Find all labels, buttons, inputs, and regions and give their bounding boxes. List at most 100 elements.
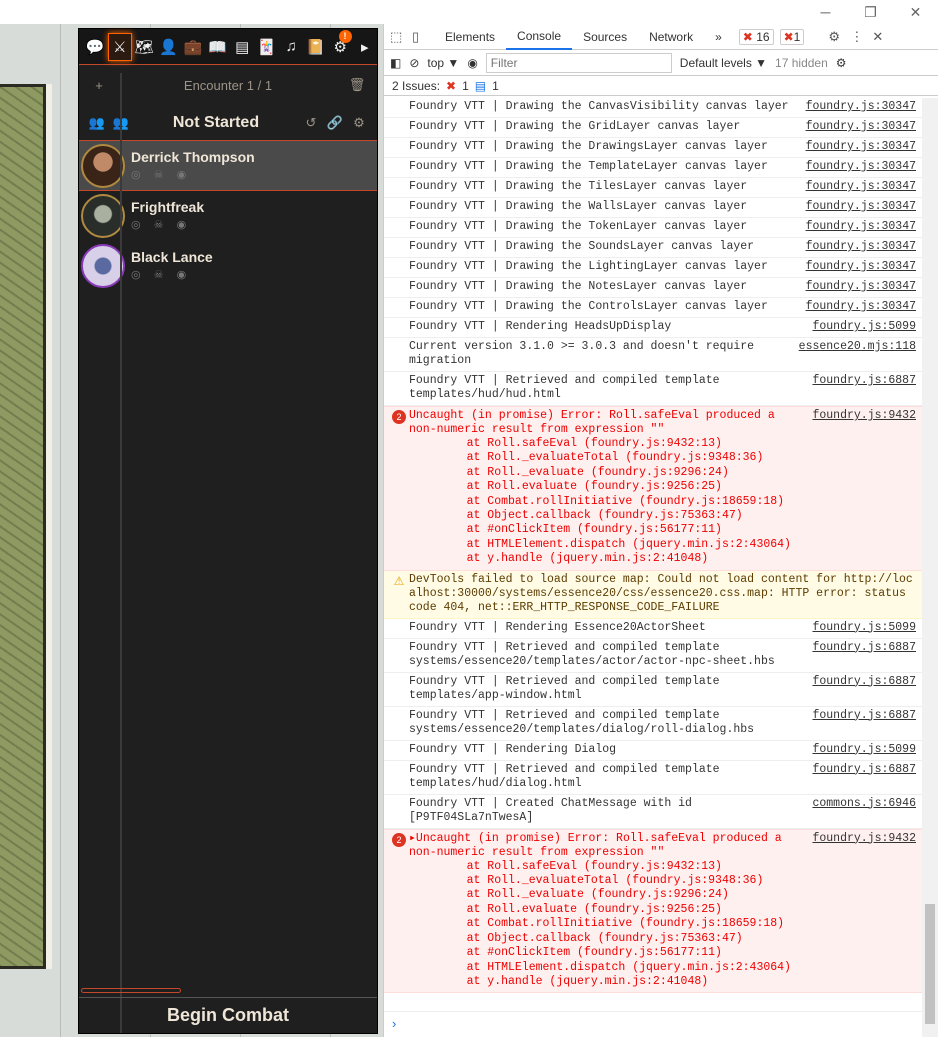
device-toggle-icon[interactable]: ▯ bbox=[412, 29, 434, 45]
source-link[interactable]: foundry.js:30347 bbox=[806, 140, 916, 154]
source-link[interactable]: foundry.js:30347 bbox=[806, 100, 916, 114]
source-link[interactable]: foundry.js:30347 bbox=[806, 220, 916, 234]
link-icon[interactable]: 🔗 bbox=[323, 115, 347, 131]
source-link[interactable]: foundry.js:6887 bbox=[812, 763, 916, 791]
levels-select[interactable]: Default levels ▼ bbox=[680, 56, 767, 70]
source-link[interactable]: essence20.mjs:118 bbox=[799, 340, 916, 368]
collapse-sidebar-icon[interactable]: ▸ bbox=[353, 33, 378, 61]
scrollbar[interactable] bbox=[922, 98, 938, 1037]
scrollbar-thumb[interactable] bbox=[925, 904, 935, 1024]
add-encounter-icon[interactable]: + bbox=[87, 78, 111, 93]
error-entry[interactable]: 2 ▸Uncaught (in promise) Error: Roll.saf… bbox=[384, 828, 922, 994]
items-tab-icon[interactable]: 💼 bbox=[181, 33, 206, 61]
reset-icon[interactable]: ↺ bbox=[299, 115, 323, 131]
source-link[interactable]: foundry.js:6887 bbox=[812, 374, 916, 402]
filter-input[interactable] bbox=[485, 52, 672, 73]
context-select[interactable]: top ▼ bbox=[427, 56, 459, 70]
source-link[interactable]: foundry.js:6887 bbox=[812, 709, 916, 737]
source-link[interactable]: foundry.js:30347 bbox=[806, 180, 916, 194]
begin-combat-button[interactable]: Begin Combat bbox=[79, 997, 377, 1033]
error-entry[interactable]: 2 Uncaught (in promise) Error: Roll.safe… bbox=[384, 406, 922, 571]
actors-tab-icon[interactable]: 👤 bbox=[157, 33, 182, 61]
devtools-panel: ⬚ ▯ Elements Console Sources Network » ✖… bbox=[383, 24, 938, 1037]
clear-console-icon[interactable]: ⊘ bbox=[409, 56, 419, 70]
sidebar-toggle-icon[interactable]: ◧ bbox=[390, 56, 401, 70]
inspect-icon[interactable]: ⬚ bbox=[390, 29, 412, 45]
combatant-row[interactable]: Frightfreak ◎ ☠ ◉ bbox=[79, 191, 377, 241]
log-entry: Foundry VTT | Drawing the WallsLayer can… bbox=[384, 198, 922, 218]
issues-label: 2 Issues: bbox=[392, 78, 441, 93]
journal-tab-icon[interactable]: 📖 bbox=[206, 33, 231, 61]
scenes-tab-icon[interactable]: 🗺 bbox=[132, 33, 157, 61]
source-link[interactable]: foundry.js:30347 bbox=[806, 160, 916, 174]
tab-network[interactable]: Network bbox=[638, 24, 704, 50]
source-link[interactable]: foundry.js:30347 bbox=[806, 280, 916, 294]
tables-tab-icon[interactable]: ▤ bbox=[230, 33, 255, 61]
close-icon[interactable]: ✕ bbox=[872, 29, 894, 45]
log-entry: Foundry VTT | Drawing the TemplateLayer … bbox=[384, 158, 922, 178]
settings-gear-icon[interactable]: ⚙ bbox=[828, 29, 850, 45]
source-link[interactable]: foundry.js:9432 bbox=[812, 832, 916, 990]
close-button[interactable]: ✕ bbox=[893, 0, 938, 24]
cards-tab-icon[interactable]: 🃏 bbox=[255, 33, 280, 61]
source-link[interactable]: foundry.js:6887 bbox=[812, 641, 916, 669]
source-link[interactable]: foundry.js:30347 bbox=[806, 200, 916, 214]
tab-sources[interactable]: Sources bbox=[572, 24, 638, 50]
config-gear-icon[interactable]: ⚙ bbox=[347, 115, 371, 131]
minimize-button[interactable]: ─ bbox=[803, 0, 848, 24]
tab-console[interactable]: Console bbox=[506, 24, 573, 50]
delete-encounter-icon[interactable]: 🗑 bbox=[345, 77, 369, 93]
kebab-menu-icon[interactable]: ⋮ bbox=[850, 29, 872, 45]
source-link[interactable]: commons.js:6946 bbox=[812, 797, 916, 825]
log-entry: Foundry VTT | Retrieved and compiled tem… bbox=[384, 761, 922, 795]
divider bbox=[120, 73, 122, 1033]
source-link[interactable]: foundry.js:5099 bbox=[812, 743, 916, 757]
log-entry: Foundry VTT | Drawing the DrawingsLayer … bbox=[384, 138, 922, 158]
source-link[interactable]: foundry.js:5099 bbox=[812, 320, 916, 334]
source-link[interactable]: foundry.js:30347 bbox=[806, 240, 916, 254]
combatant-row[interactable]: Black Lance ◎ ☠ ◉ bbox=[79, 241, 377, 291]
error-count-badge[interactable]: ✖ 16 bbox=[738, 28, 774, 45]
log-entry: Foundry VTT | Retrieved and compiled tem… bbox=[384, 639, 922, 673]
log-entry: Foundry VTT | Rendering Essence20ActorSh… bbox=[384, 619, 922, 639]
log-message: Foundry VTT | Drawing the TilesLayer can… bbox=[409, 180, 748, 193]
playlists-tab-icon[interactable]: ♫ bbox=[279, 33, 304, 61]
roll-all-icon[interactable]: 👥 bbox=[85, 115, 109, 131]
hidden-count: 17 hidden bbox=[775, 55, 828, 70]
eye-icon[interactable]: ◉ bbox=[467, 56, 477, 70]
source-link[interactable]: foundry.js:30347 bbox=[806, 120, 916, 134]
console-settings-icon[interactable]: ⚙ bbox=[836, 56, 847, 70]
source-link[interactable]: foundry.js:9432 bbox=[812, 409, 916, 567]
combatant-controls-icon[interactable]: ◎ ☠ ◉ bbox=[131, 168, 255, 181]
combat-tab-icon[interactable]: ⚔ bbox=[107, 32, 132, 61]
source-link[interactable]: foundry.js:30347 bbox=[806, 300, 916, 314]
log-entry: Current version 3.1.0 >= 3.0.3 and doesn… bbox=[384, 338, 922, 372]
warning-count-badge[interactable]: ✖1 bbox=[779, 28, 805, 45]
combatant-name: Derrick Thompson bbox=[131, 149, 255, 165]
combatant-row[interactable]: Derrick Thompson ◎ ☠ ◉ bbox=[79, 141, 377, 191]
source-link[interactable]: foundry.js:5099 bbox=[812, 621, 916, 635]
map-tile bbox=[0, 84, 46, 969]
restore-button[interactable]: ❐ bbox=[848, 0, 893, 24]
chat-tab-icon[interactable]: 💬 bbox=[83, 33, 108, 61]
settings-tab-icon[interactable]: ⚙! bbox=[328, 29, 353, 61]
log-message: Foundry VTT | Drawing the LightingLayer … bbox=[409, 260, 768, 273]
tab-elements[interactable]: Elements bbox=[434, 24, 506, 50]
log-message: Foundry VTT | Drawing the CanvasVisibili… bbox=[409, 100, 789, 113]
compendium-tab-icon[interactable]: 📔 bbox=[304, 33, 329, 61]
warning-entry: ⚠ DevTools failed to load source map: Co… bbox=[384, 570, 922, 619]
combatant-controls-icon[interactable]: ◎ ☠ ◉ bbox=[131, 268, 213, 281]
source-link[interactable]: foundry.js:6887 bbox=[812, 675, 916, 703]
combatant-controls-icon[interactable]: ◎ ☠ ◉ bbox=[131, 218, 204, 231]
source-link[interactable]: foundry.js:30347 bbox=[806, 260, 916, 274]
console-prompt-input[interactable]: › bbox=[384, 1011, 922, 1037]
error-count-icon: 2 bbox=[392, 832, 406, 847]
issues-error-count: 1 bbox=[462, 78, 469, 93]
more-tabs-icon[interactable]: » bbox=[704, 24, 733, 50]
log-message: Foundry VTT | Drawing the WallsLayer can… bbox=[409, 200, 748, 213]
log-message: Foundry VTT | Rendering Dialog bbox=[409, 742, 617, 756]
issues-bar[interactable]: 2 Issues: ✖ 1 ▤ 1 bbox=[384, 76, 938, 96]
encounter-label: Encounter 1 / 1 bbox=[183, 77, 273, 93]
log-message: Foundry VTT | Rendering Essence20ActorSh… bbox=[409, 620, 706, 634]
log-entry: Foundry VTT | Retrieved and compiled tem… bbox=[384, 372, 922, 406]
